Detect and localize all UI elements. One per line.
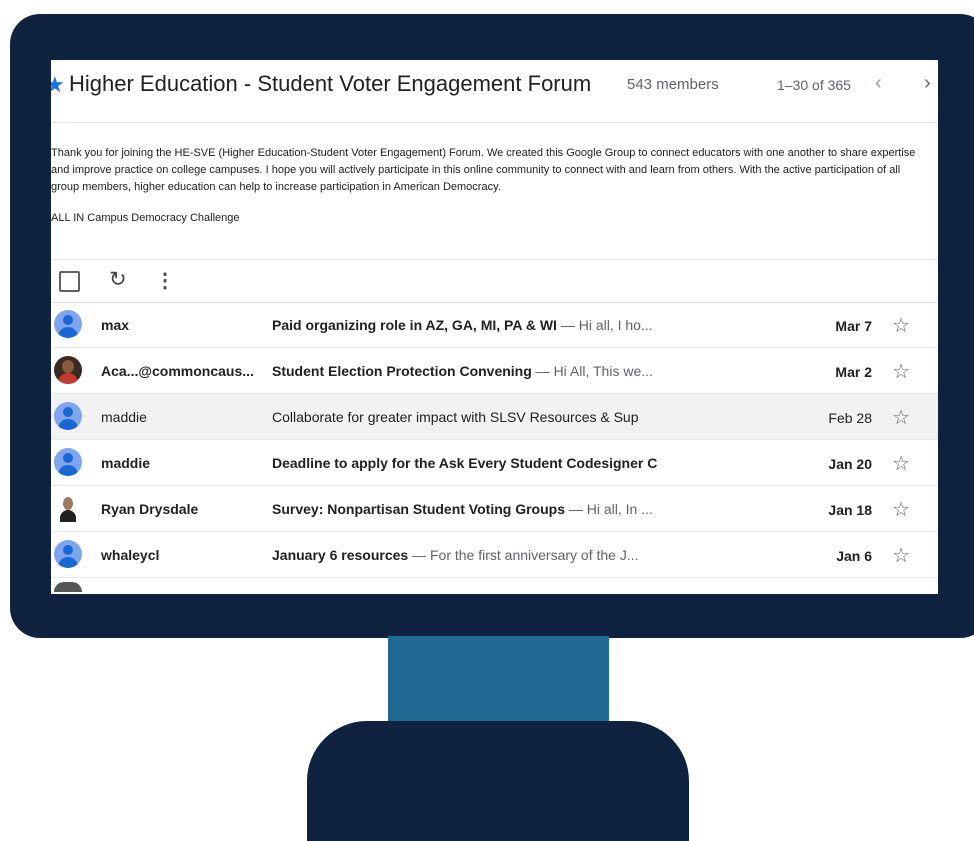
star-outline-icon[interactable]: ☆ — [892, 543, 910, 568]
more-vertical-icon[interactable]: ⋮ — [155, 268, 175, 293]
star-outline-icon[interactable]: ☆ — [892, 359, 910, 384]
conversation-row[interactable]: maddie Collaborate for greater impact wi… — [51, 394, 938, 440]
sender-name: maddie — [101, 455, 151, 471]
avatar — [54, 448, 82, 476]
subject-line: January 6 resources — For the first anni… — [272, 547, 662, 563]
star-icon[interactable]: ★ — [51, 74, 65, 96]
snippet-text: — Hi all, In ... — [564, 501, 653, 517]
subject-text: Survey: Nonpartisan Student Voting Group… — [272, 501, 565, 517]
subject-text: Paid organizing role in AZ, GA, MI, PA &… — [272, 317, 557, 333]
conversation-row[interactable]: max Paid organizing role in AZ, GA, MI, … — [51, 302, 938, 348]
subject-line: Paid organizing role in AZ, GA, MI, PA &… — [272, 317, 662, 333]
star-outline-icon[interactable]: ☆ — [892, 313, 910, 338]
subject-line: Deadline to apply for the Ask Every Stud… — [272, 455, 662, 471]
avatar — [54, 494, 82, 522]
avatar — [54, 310, 82, 338]
member-count[interactable]: 543 members — [627, 76, 719, 93]
sender-name: maddie — [101, 409, 147, 425]
avatar — [54, 540, 82, 568]
select-all-checkbox[interactable] — [59, 271, 80, 292]
conversation-row[interactable]: whaleycl January 6 resources — For the f… — [51, 532, 938, 578]
conversation-date: Mar 7 — [835, 318, 872, 334]
conversation-row[interactable]: Ryan Drysdale Survey: Nonpartisan Studen… — [51, 486, 938, 532]
chevron-right-icon[interactable]: › — [924, 72, 931, 95]
subject-text: Student Election Protection Convening — [272, 363, 532, 379]
avatar — [54, 582, 82, 592]
group-description: Thank you for joining the HE-SVE (Higher… — [51, 147, 916, 193]
subject-text: January 6 resources — [272, 547, 409, 563]
subject-text: Deadline to apply for the Ask Every Stud… — [272, 455, 658, 471]
avatar — [54, 402, 82, 430]
conversation-date: Mar 2 — [835, 364, 872, 380]
conversation-date: Jan 18 — [828, 502, 872, 518]
conversation-row[interactable]: maddie Deadline to apply for the Ask Eve… — [51, 440, 938, 486]
group-title: Higher Education - Student Voter Engagem… — [69, 71, 592, 96]
star-outline-icon[interactable]: ☆ — [892, 497, 910, 522]
star-outline-icon[interactable]: ☆ — [892, 451, 910, 476]
conversation-list: max Paid organizing role in AZ, GA, MI, … — [51, 302, 938, 578]
subject-line: Survey: Nonpartisan Student Voting Group… — [272, 501, 662, 517]
monitor-stand-base — [307, 721, 689, 841]
subject-line: Collaborate for greater impact with SLSV… — [272, 409, 662, 425]
snippet-text: — For the first anniversary of the J... — [408, 547, 639, 563]
snippet-text: — Hi all, I ho... — [556, 317, 653, 333]
sender-name: whaleycl — [101, 547, 160, 563]
sender-name: max — [101, 317, 130, 333]
snippet-text: — Hi All, This we... — [531, 363, 653, 379]
sender-name: Ryan Drysdale — [101, 501, 199, 517]
conversation-date: Feb 28 — [828, 410, 872, 426]
avatar — [54, 356, 82, 384]
conversation-date: Jan 6 — [836, 548, 872, 564]
sender-name: Aca...@commoncaus... — [101, 363, 254, 379]
conversation-row[interactable]: Aca...@commoncaus... Student Election Pr… — [51, 348, 938, 394]
group-subtitle: ALL IN Campus Democracy Challenge — [51, 212, 240, 224]
refresh-icon[interactable]: ↻ — [109, 267, 127, 292]
group-header: ★ Higher Education - Student Voter Engag… — [51, 60, 938, 123]
chevron-left-icon[interactable]: ‹ — [875, 72, 882, 95]
subject-text: Collaborate for greater impact with SLSV… — [272, 409, 639, 425]
pagination-label: 1–30 of 365 — [777, 77, 851, 93]
monitor-screen: ★ Higher Education - Student Voter Engag… — [51, 60, 938, 594]
subject-line: Student Election Protection Convening — … — [272, 363, 662, 379]
conversation-date: Jan 20 — [828, 456, 872, 472]
monitor-stand-neck — [388, 636, 609, 726]
star-outline-icon[interactable]: ☆ — [892, 405, 910, 430]
conversation-toolbar: ↻ ⋮ — [51, 259, 938, 303]
